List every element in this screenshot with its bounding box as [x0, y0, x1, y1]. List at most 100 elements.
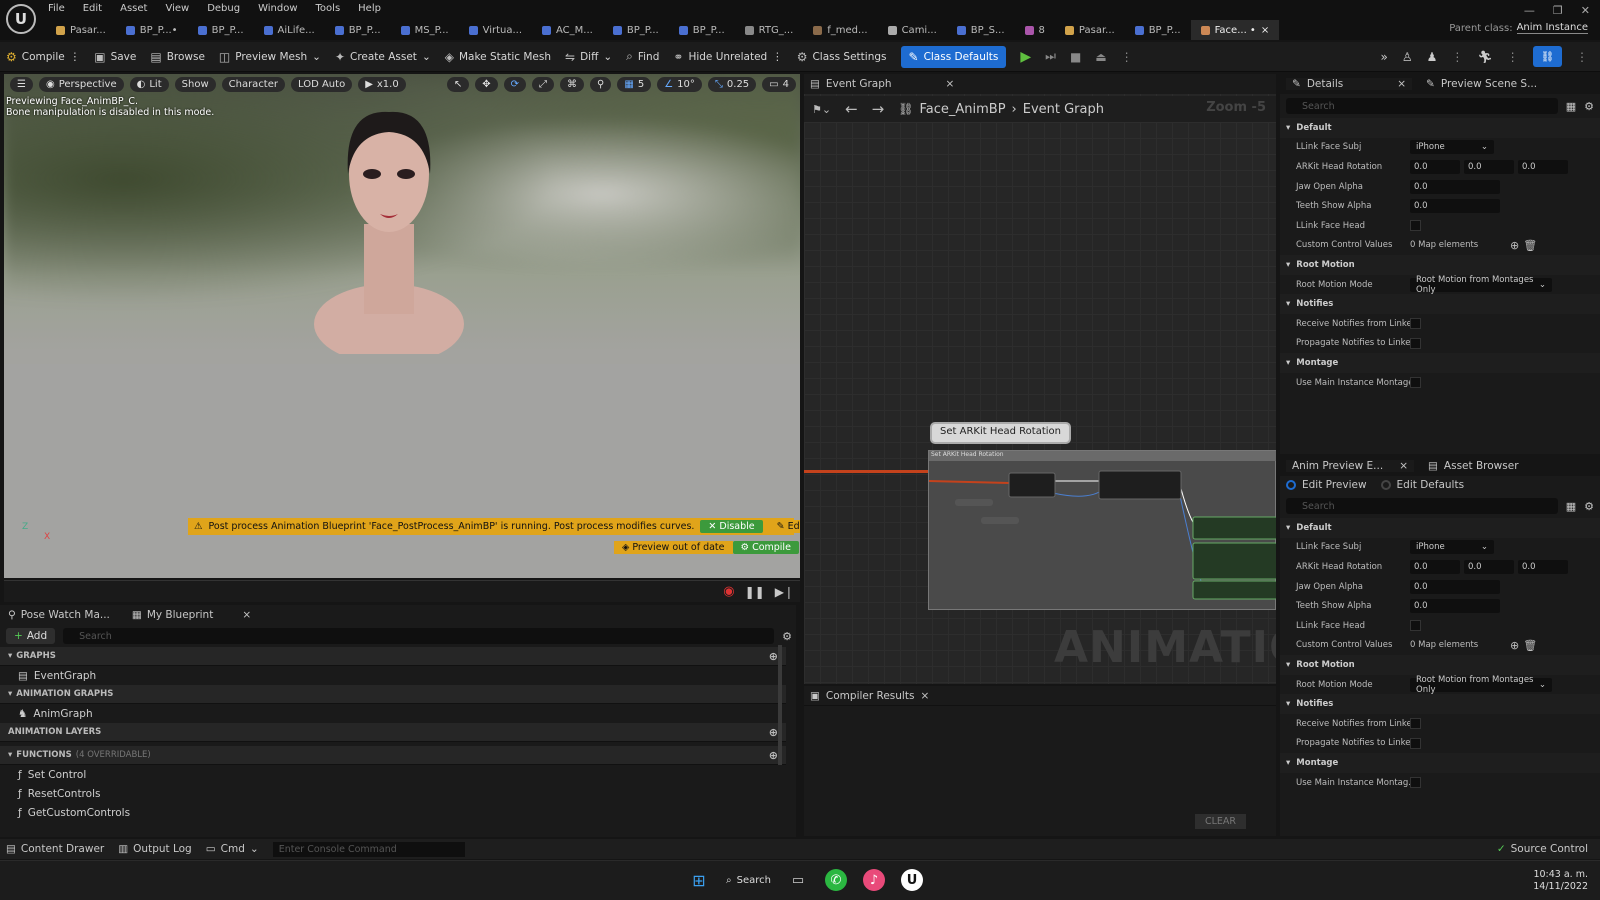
record-icon[interactable]: ◉ — [723, 584, 734, 599]
category-default[interactable]: ▾ Default — [1280, 518, 1600, 538]
tab-my-blueprint[interactable]: ▦ My Blueprint × — [132, 609, 251, 621]
mesh-mode-icon[interactable]: ♟ — [1427, 50, 1438, 64]
menu-view[interactable]: View — [165, 3, 189, 14]
menu-help[interactable]: Help — [358, 3, 381, 14]
lod-button[interactable]: LOD Auto — [291, 76, 353, 92]
add-layer-icon[interactable]: ⊕ — [769, 726, 778, 739]
play-icon[interactable]: ▶ — [1020, 49, 1031, 65]
diff-button[interactable]: ⇋ Diff ⌄ — [565, 50, 612, 64]
close-window-icon[interactable]: ✕ — [1581, 4, 1590, 17]
asset-tab[interactable]: Virtua... — [459, 20, 532, 40]
tab-compiler-results[interactable]: Compiler Results — [826, 690, 915, 702]
tab-asset-browser[interactable]: ▤ Asset Browser — [1422, 460, 1525, 472]
world-icon[interactable]: ⌘ — [560, 76, 585, 92]
asset-tab-active[interactable]: Face... • × — [1190, 20, 1280, 40]
asset-tab[interactable]: Cami... — [878, 20, 947, 40]
asset-tab[interactable]: f_med... — [803, 20, 877, 40]
add-element-icon[interactable]: ⊕ — [1510, 639, 1519, 652]
find-button[interactable]: ⌕ Find — [626, 49, 659, 64]
llink-subj-select[interactable]: iPhone ⌄ — [1410, 140, 1494, 155]
make-static-mesh-button[interactable]: ◈ Make Static Mesh — [445, 50, 551, 64]
console-input[interactable]: Enter Console Command — [272, 841, 465, 857]
section-animation-graphs[interactable]: ▾ ANIMATION GRAPHS — [0, 685, 786, 704]
section-functions[interactable]: ▾ FUNCTIONS (4 OVERRIDABLE) ⊕ — [0, 746, 786, 765]
breadcrumb-item[interactable]: Face_AnimBP — [919, 102, 1005, 117]
category-montage[interactable]: ▾ Montage — [1280, 353, 1600, 373]
create-asset-button[interactable]: ✦ Create Asset ⌄ — [335, 50, 431, 64]
teeth-show-input[interactable]: 0.0 — [1410, 199, 1500, 214]
asset-tab[interactable]: BP_P... — [669, 20, 735, 40]
table-view-icon[interactable]: ▦ — [1566, 100, 1576, 113]
preview-viewport[interactable]: ☰ ◉ Perspective ◐ Lit Show Character LOD A… — [4, 74, 800, 578]
back-icon[interactable]: ← — [845, 100, 858, 118]
add-graph-icon[interactable]: ⊕ — [769, 650, 778, 663]
llink-subj-select[interactable]: iPhone ⌄ — [1410, 540, 1494, 555]
close-icon[interactable]: × — [1397, 78, 1406, 90]
output-log-button[interactable]: ▥ Output Log — [118, 843, 192, 855]
pause-icon[interactable]: ❚❚ — [745, 585, 765, 599]
menu-asset[interactable]: Asset — [120, 3, 147, 14]
hide-unrelated-button[interactable]: ⚭ Hide Unrelated ⋮ — [673, 50, 782, 64]
taskbar-search[interactable]: ⌕ Search — [726, 875, 771, 886]
root-motion-mode-select[interactable]: Root Motion from Montages Only ⌄ — [1410, 275, 1552, 295]
asset-tab[interactable]: AiLife... — [254, 20, 325, 40]
viewport-compile-button[interactable]: ⚙ Compile — [732, 541, 799, 554]
minimize-icon[interactable]: — — [1524, 4, 1535, 17]
content-drawer-button[interactable]: ▤ Content Drawer — [6, 843, 104, 855]
asset-tab[interactable]: 8 — [1015, 20, 1055, 40]
browse-button[interactable]: ▤ Browse — [150, 50, 205, 64]
asset-tab[interactable]: BP_P...• — [116, 20, 188, 40]
tree-item-eventgraph[interactable]: ▤ EventGraph — [0, 666, 786, 685]
tree-item-animgraph[interactable]: ♞ AnimGraph — [0, 704, 786, 723]
edit-button[interactable]: ✎ Edit — [768, 520, 800, 533]
more-icon[interactable]: ⋮ — [1121, 50, 1133, 64]
scale-snap-button[interactable]: ⤡ 0.25 — [707, 76, 757, 92]
step-forward-icon[interactable]: ▶❘ — [775, 585, 794, 599]
asset-tab[interactable]: Pasar... — [1055, 20, 1125, 40]
arkit-y-input[interactable]: 0.0 — [1464, 559, 1514, 574]
scrollbar[interactable] — [778, 645, 782, 765]
tree-item-function[interactable]: ƒ GetCustomControls — [0, 803, 786, 822]
menu-file[interactable]: File — [48, 3, 65, 14]
comment-node[interactable]: Set ARKit Head Rotation — [928, 450, 1276, 610]
system-clock[interactable]: 10:43 a. m. 14/11/2022 — [1533, 869, 1588, 893]
close-icon[interactable]: × — [1399, 460, 1408, 472]
category-default[interactable]: ▾ Default — [1280, 118, 1600, 138]
gear-icon[interactable]: ⚙ — [782, 630, 792, 643]
category-root-motion[interactable]: ▾ Root Motion — [1280, 655, 1600, 675]
grid-snap-button[interactable]: ▦ 5 — [617, 76, 652, 92]
viewport-menu-icon[interactable]: ☰ — [10, 76, 33, 92]
blueprint-search-input[interactable]: Search — [63, 628, 775, 644]
category-montage[interactable]: ▾ Montage — [1280, 753, 1600, 773]
arkit-z-input[interactable]: 0.0 — [1518, 159, 1568, 174]
angle-snap-button[interactable]: ∠ 10° — [657, 76, 702, 92]
propagate-notifies-checkbox[interactable] — [1410, 337, 1421, 349]
music-app-icon[interactable]: ♪ — [862, 869, 885, 891]
character-button[interactable]: Character — [221, 76, 285, 92]
edit-preview-radio[interactable] — [1286, 480, 1296, 490]
eject-icon[interactable]: ⏏ — [1095, 50, 1106, 64]
jaw-open-input[interactable]: 0.0 — [1410, 179, 1500, 194]
tree-item-function[interactable]: ƒ ResetControls — [0, 784, 786, 803]
more-icon[interactable]: ⋮ — [1576, 50, 1588, 64]
llink-head-checkbox[interactable] — [1410, 220, 1421, 232]
forward-icon[interactable]: → — [872, 100, 885, 118]
jaw-open-input[interactable]: 0.0 — [1410, 579, 1500, 594]
parent-class-link[interactable]: Anim Instance — [1516, 22, 1588, 34]
arkit-y-input[interactable]: 0.0 — [1464, 159, 1514, 174]
asset-tab[interactable]: MS_P... — [391, 20, 459, 40]
asset-tab[interactable]: BP_S... — [947, 20, 1015, 40]
receive-notifies-checkbox[interactable] — [1410, 718, 1421, 730]
expand-toolbar-icon[interactable]: » — [1381, 50, 1388, 64]
arkit-x-input[interactable]: 0.0 — [1410, 159, 1460, 174]
preview-mesh-button[interactable]: ◫ Preview Mesh ⌄ — [219, 50, 321, 64]
close-icon[interactable]: × — [920, 690, 929, 702]
propagate-notifies-checkbox[interactable] — [1410, 737, 1421, 749]
asset-tab[interactable]: AC_M... — [532, 20, 603, 40]
asset-tab[interactable]: Pasar... — [46, 20, 116, 40]
tree-item-function[interactable]: ƒ Set Control — [0, 765, 786, 784]
source-control-button[interactable]: ✓ Source Control — [1497, 843, 1588, 855]
step-icon[interactable]: ⏭ — [1045, 49, 1056, 64]
whatsapp-icon[interactable]: ✆ — [824, 869, 847, 891]
receive-notifies-checkbox[interactable] — [1410, 318, 1421, 330]
